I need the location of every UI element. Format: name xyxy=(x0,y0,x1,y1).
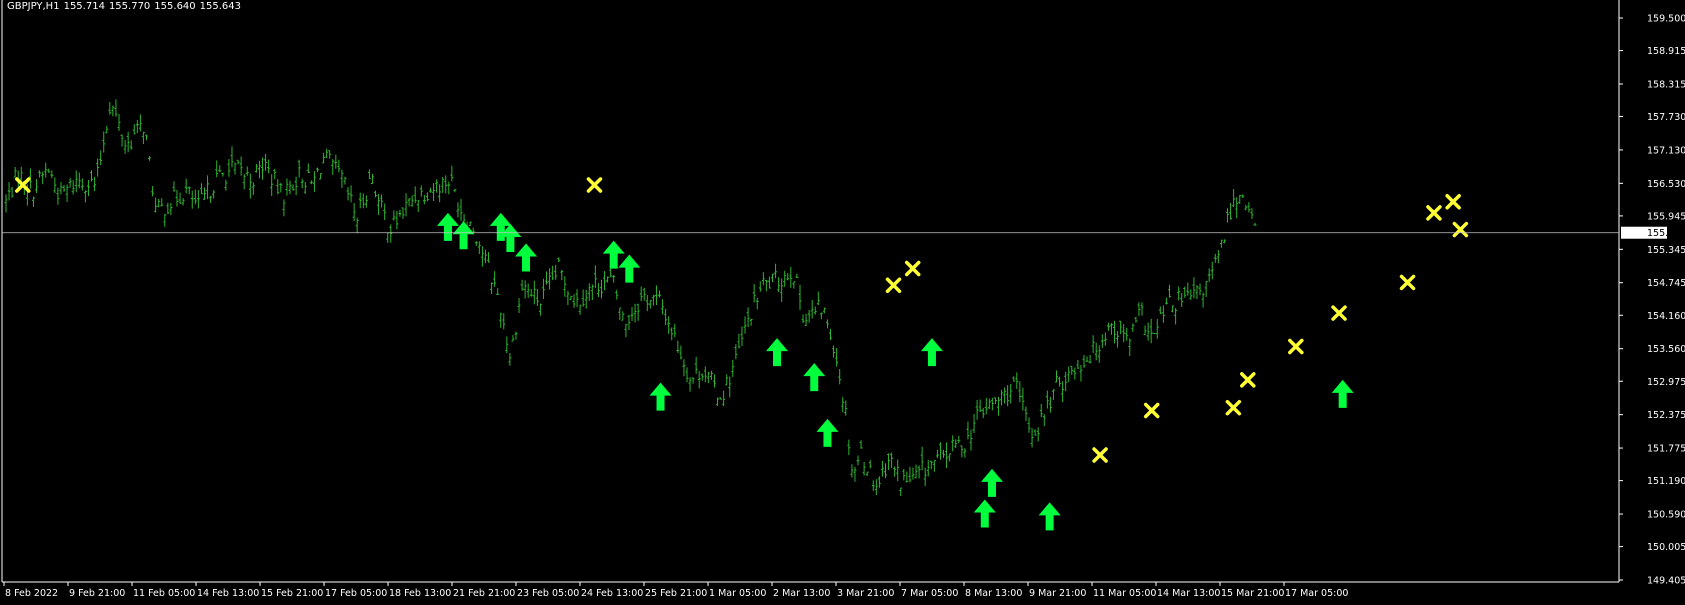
buy-arrow-icon xyxy=(803,363,826,392)
price-tick-label: 156.530 xyxy=(1647,179,1685,190)
time-tick-label: 1 Mar 05:00 xyxy=(709,588,766,599)
time-tick-label: 24 Feb 13:00 xyxy=(581,588,643,599)
time-tick-label: 9 Mar 21:00 xyxy=(1029,588,1086,599)
exit-cross-icon xyxy=(1143,402,1160,419)
price-chart[interactable]: 159.500 158.915 158.315 157.730 157.130 156.5… xyxy=(0,0,1685,605)
exit-cross-icon xyxy=(885,277,902,293)
buy-arrow-icon xyxy=(618,254,641,283)
price-tick-label: 155.345 xyxy=(1647,245,1685,256)
exit-cross-icon xyxy=(1092,447,1108,463)
time-tick-label: 3 Mar 21:00 xyxy=(837,588,894,599)
price-tick-label: 155.945 xyxy=(1647,211,1685,222)
chart-window[interactable]: 159.500 158.915 158.315 157.730 157.130 156.5… xyxy=(0,0,1685,605)
price-bars-layer xyxy=(4,99,1257,497)
time-tick-label: 17 Mar 05:00 xyxy=(1285,588,1348,599)
exit-cross-icon xyxy=(1426,205,1442,221)
high-price: 155.770 xyxy=(108,1,151,12)
buy-arrow-icon xyxy=(1038,502,1061,531)
exit-cross-icon xyxy=(586,177,603,193)
time-tick-label: 14 Mar 13:00 xyxy=(1157,588,1220,599)
price-tick-label: 153.560 xyxy=(1647,344,1685,355)
time-tick-label: 15 Feb 21:00 xyxy=(261,588,323,599)
time-tick-label: 11 Mar 05:00 xyxy=(1093,588,1156,599)
price-tick-label: 154.160 xyxy=(1647,311,1685,322)
signals-layer xyxy=(15,177,1469,531)
time-tick-label: 8 Mar 13:00 xyxy=(965,588,1022,599)
price-tick-label: 158.315 xyxy=(1647,79,1685,90)
buy-arrow-icon xyxy=(436,212,459,241)
buy-arrow-icon xyxy=(1331,379,1354,408)
exit-cross-icon xyxy=(1399,274,1416,291)
buy-arrow-icon xyxy=(649,382,672,411)
time-tick-label: 17 Feb 05:00 xyxy=(325,588,387,599)
time-tick-label: 25 Feb 21:00 xyxy=(645,588,707,599)
axes-layer: 159.500 158.915 158.315 157.730 157.130 156.5… xyxy=(1,0,1685,599)
time-tick-label: 21 Feb 21:00 xyxy=(453,588,515,599)
price-tick-label: 152.375 xyxy=(1647,410,1685,421)
price-tick-label: 151.190 xyxy=(1647,476,1685,487)
price-tick-label: 157.130 xyxy=(1647,145,1685,156)
exit-cross-icon xyxy=(1445,193,1461,210)
exit-cross-icon xyxy=(1331,305,1347,321)
open-price: 155.714 xyxy=(63,1,105,12)
price-tick-label: 157.730 xyxy=(1647,112,1685,123)
exit-cross-icon xyxy=(1240,372,1256,388)
time-tick-label: 8 Feb 2022 xyxy=(5,588,58,599)
price-tick-label: 149.405 xyxy=(1647,576,1685,587)
buy-arrow-icon xyxy=(980,468,1003,497)
buy-arrow-icon xyxy=(973,499,996,528)
close-price: 155.643 xyxy=(199,1,242,12)
time-tick-label: 23 Feb 05:00 xyxy=(517,588,579,599)
price-tick-label: 154.745 xyxy=(1647,278,1685,289)
time-tick-label: 15 Mar 21:00 xyxy=(1221,588,1284,599)
price-tick-label: 151.775 xyxy=(1647,444,1685,455)
buy-arrow-icon xyxy=(920,338,943,367)
time-tick-label: 11 Feb 05:00 xyxy=(133,588,195,599)
current-price-label: 155.643 xyxy=(1647,228,1685,239)
time-tick-label: 7 Mar 05:00 xyxy=(901,588,958,599)
price-tick-label: 152.975 xyxy=(1647,377,1685,388)
price-tick-label: 150.005 xyxy=(1647,542,1685,553)
exit-cross-icon xyxy=(1452,221,1469,238)
time-tick-label: 18 Feb 13:00 xyxy=(389,588,451,599)
exit-cross-icon xyxy=(1225,399,1242,416)
low-price: 155.640 xyxy=(154,1,196,12)
buy-arrow-icon xyxy=(816,418,839,447)
buy-arrow-icon xyxy=(766,338,789,367)
symbol-timeframe: GBPJPY,H1 xyxy=(7,1,60,12)
time-tick-label: 14 Feb 13:00 xyxy=(197,588,259,599)
time-tick-label: 9 Feb 21:00 xyxy=(69,588,125,599)
price-tick-label: 150.590 xyxy=(1647,510,1685,521)
time-tick-label: 2 Mar 13:00 xyxy=(773,588,830,599)
exit-cross-icon xyxy=(904,260,921,277)
symbol-header: GBPJPY,H1 155.714 155.770 155.640 155.643 xyxy=(7,1,245,12)
exit-cross-icon xyxy=(1288,338,1304,355)
price-tick-label: 158.915 xyxy=(1647,46,1685,57)
price-tick-label: 159.500 xyxy=(1647,14,1685,25)
buy-arrow-icon xyxy=(515,243,538,272)
